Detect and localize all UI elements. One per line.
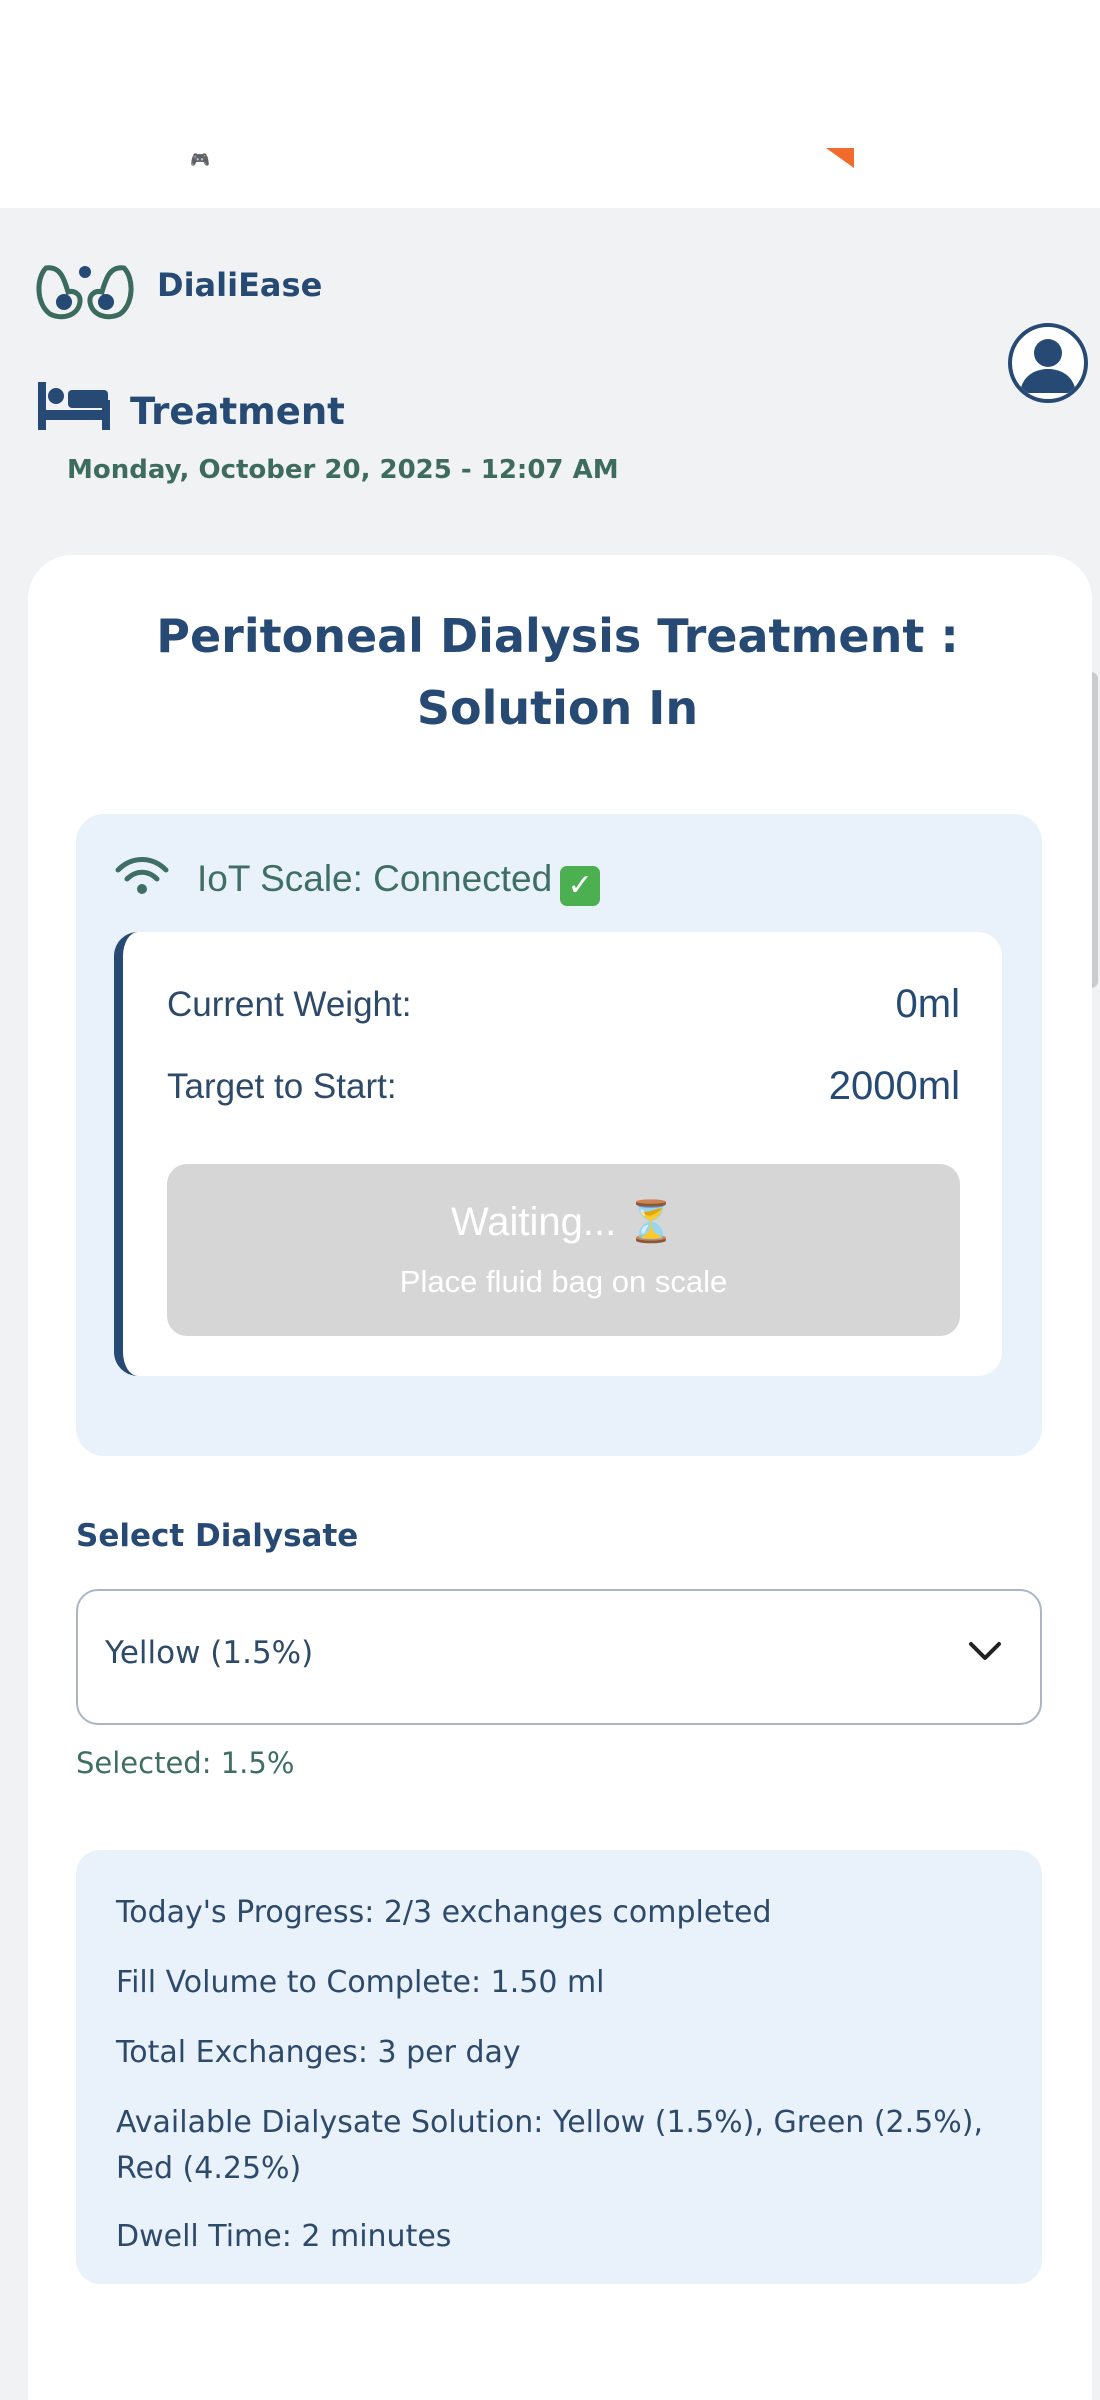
selected-concentration: Selected: 1.5% [76,1746,295,1780]
check-icon: ✓ [560,866,601,906]
chevron-down-icon [969,1642,1001,1660]
treatment-title: Peritoneal Dialysis Treatment : Solution… [0,600,1100,744]
profile-avatar-button[interactable] [1008,323,1088,403]
target-value: 2000ml [828,1064,960,1108]
bed-icon [38,382,110,430]
current-weight-value: 0ml [895,982,960,1026]
iot-status-text: IoT Scale: Connected [197,858,553,899]
dwell-time-line: Dwell Time: 2 minutes [116,2219,452,2254]
dialysate-label: Select Dialysate [76,1518,359,1554]
kidney-logo-icon [36,265,134,320]
iot-connection-status: IoT Scale: Connected ✓ [197,858,601,906]
target-label: Target to Start: [167,1067,397,1106]
treatment-title-line1: Peritoneal Dialysis Treatment : [156,609,959,663]
progress-line: Today's Progress: 2/3 exchanges complete… [116,1895,772,1930]
status-bar: 🎮 [0,0,1100,208]
hourglass-icon: ⏳ [626,1199,677,1245]
waiting-status-button: Waiting... ⏳ Place fluid bag on scale [167,1164,960,1336]
dialysate-selected-value: Yellow (1.5%) [105,1635,314,1671]
available-solution-line: Available Dialysate Solution: Yellow (1.… [116,2105,983,2186]
fill-volume-line: Fill Volume to Complete: 1.50 ml [116,1965,605,2000]
notification-indicator [826,148,854,168]
date-time: Monday, October 20, 2025 - 12:07 AM [67,455,619,485]
waiting-text: Waiting... [450,1200,617,1244]
total-exchanges-line: Total Exchanges: 3 per day [116,2035,521,2070]
dialysate-select[interactable]: Yellow (1.5%) [76,1589,1042,1725]
waiting-title: Waiting... ⏳ [167,1198,960,1245]
treatment-title-line2: Solution In [416,681,699,735]
app-name: DialiEase [157,266,323,304]
page-title: Treatment [130,390,345,433]
user-icon [1020,339,1076,393]
gamepad-icon: 🎮 [190,150,210,169]
wifi-icon [115,857,169,894]
current-weight-label: Current Weight: [167,985,412,1024]
waiting-subtitle: Place fluid bag on scale [399,1264,728,1299]
